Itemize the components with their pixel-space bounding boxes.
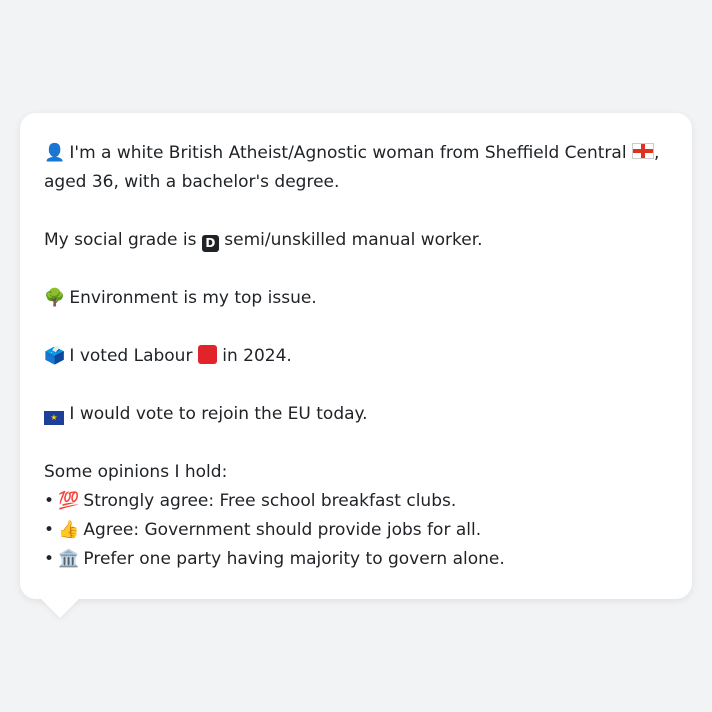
opinion-item: • 👍 Agree: Government should provide jobs…	[44, 516, 668, 545]
social-grade-paragraph: My social grade is D semi/unskilled manu…	[44, 226, 668, 255]
vote-suffix: in 2024.	[222, 346, 292, 366]
intro-text-2: aged 36, with a bachelor's degree.	[44, 172, 340, 192]
opinion-item: • 💯 Strongly agree: Free school breakfast…	[44, 487, 668, 516]
classical-building-icon: 🏛️	[58, 549, 80, 569]
england-flag-icon	[631, 143, 654, 159]
opinion-text: Strongly agree: Free school breakfast cl…	[83, 491, 457, 511]
bullet-icon: •	[44, 549, 55, 569]
eu-stance-text: I would vote to rejoin the EU today.	[69, 404, 368, 424]
vote-prefix: I voted Labour	[69, 346, 193, 366]
top-issue-text: Environment is my top issue.	[69, 288, 317, 308]
vote-paragraph: 🗳️ I voted Labour in 2024.	[44, 342, 668, 371]
bullet-icon: •	[44, 520, 55, 540]
message-bubble: 👤 I'm a white British Atheist/Agnostic w…	[20, 113, 692, 599]
person-icon: 👤	[44, 143, 66, 163]
tree-icon: 🌳	[44, 288, 66, 308]
top-issue-paragraph: 🌳 Environment is my top issue.	[44, 284, 668, 313]
social-grade-prefix: My social grade is	[44, 230, 197, 250]
thumbs-up-icon: 👍	[58, 520, 80, 540]
grade-d-icon: D	[201, 235, 219, 252]
bubble-tail	[40, 598, 80, 618]
labour-red-square-icon	[197, 345, 217, 364]
social-grade-value: semi/unskilled manual worker.	[224, 230, 483, 250]
intro-text: I'm a white British Atheist/Agnostic wom…	[69, 143, 627, 163]
bullet-icon: •	[44, 491, 55, 511]
intro-paragraph: 👤 I'm a white British Atheist/Agnostic w…	[44, 139, 668, 197]
eu-paragraph: ★ I would vote to rejoin the EU today.	[44, 400, 668, 429]
ballot-box-icon: 🗳️	[44, 346, 66, 366]
opinion-item: • 🏛️ Prefer one party having majority to …	[44, 545, 668, 574]
eu-flag-icon: ★	[44, 411, 64, 425]
opinion-text: Agree: Government should provide jobs fo…	[83, 520, 482, 540]
opinions-heading: Some opinions I hold:	[44, 462, 228, 482]
intro-comma: ,	[653, 143, 660, 163]
opinion-text: Prefer one party having majority to gove…	[83, 549, 505, 569]
hundred-points-icon: 💯	[58, 491, 80, 511]
